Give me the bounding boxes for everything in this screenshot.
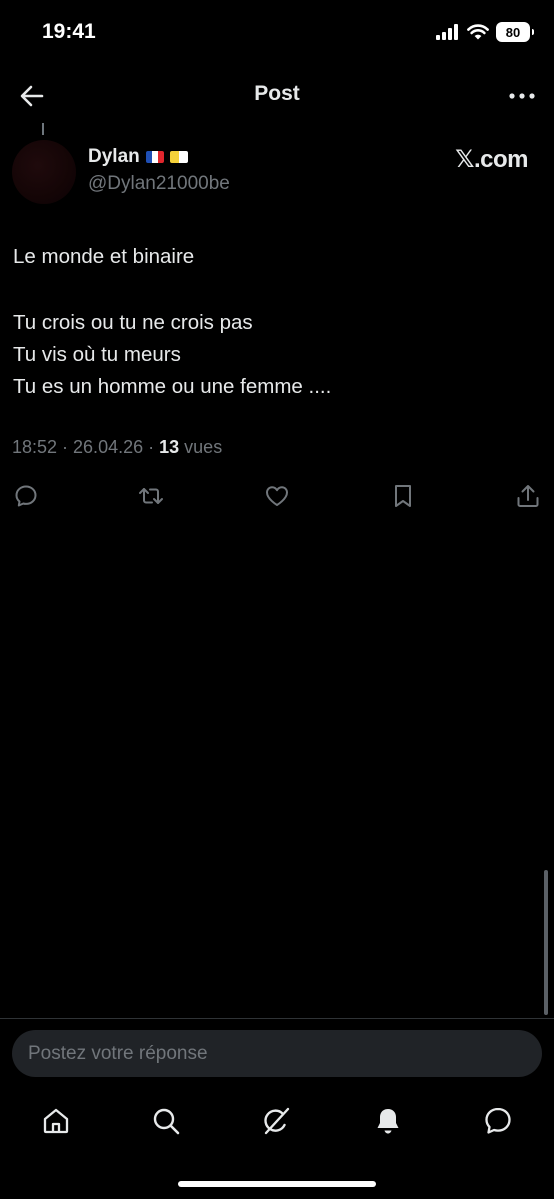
share-icon bbox=[514, 482, 542, 510]
battery-level: 80 bbox=[505, 24, 521, 40]
more-horizontal-icon bbox=[506, 80, 538, 112]
like-button[interactable] bbox=[263, 482, 291, 510]
tab-notifications[interactable] bbox=[372, 1105, 404, 1137]
cellular-signal-icon bbox=[436, 24, 460, 40]
author-handle[interactable]: @Dylan21000be bbox=[88, 173, 230, 195]
reply-button[interactable] bbox=[12, 482, 40, 510]
post-meta: 18:52 · 26.04.26 · 13 vues bbox=[12, 437, 222, 458]
post-timestamp: 18:52 · 26.04.26 · bbox=[12, 437, 155, 457]
flag-france-icon bbox=[145, 151, 164, 163]
bottom-tab-bar bbox=[0, 1098, 554, 1144]
notifications-icon bbox=[372, 1105, 404, 1137]
grok-icon bbox=[261, 1105, 293, 1137]
like-icon bbox=[263, 482, 291, 510]
tab-messages[interactable] bbox=[482, 1105, 514, 1137]
post-line: Tu es un homme ou une femme .... bbox=[13, 375, 332, 398]
home-icon bbox=[40, 1105, 72, 1137]
status-bar: 19:41 80 bbox=[0, 0, 554, 66]
author-name: Dylan bbox=[88, 146, 140, 167]
messages-icon bbox=[482, 1105, 514, 1137]
post-line: Tu crois ou tu ne crois pas bbox=[13, 311, 253, 334]
page-title: Post bbox=[254, 82, 300, 105]
post-line: Le monde et binaire bbox=[13, 245, 195, 268]
status-time: 19:41 bbox=[42, 20, 96, 43]
status-icons: 80 bbox=[436, 22, 534, 42]
views-label: vues bbox=[184, 437, 223, 457]
author-avatar[interactable] bbox=[12, 140, 76, 204]
search-icon bbox=[150, 1105, 182, 1137]
scrollbar[interactable] bbox=[544, 870, 548, 1015]
thread-connector-line bbox=[42, 123, 44, 135]
more-options-button[interactable] bbox=[506, 80, 538, 112]
bookmark-button[interactable] bbox=[389, 482, 417, 510]
battery-icon: 80 bbox=[496, 22, 534, 42]
tab-grok[interactable] bbox=[261, 1105, 293, 1137]
home-indicator[interactable] bbox=[178, 1181, 376, 1187]
nav-header: Post bbox=[0, 72, 554, 116]
share-button[interactable] bbox=[514, 482, 542, 510]
bookmark-icon bbox=[389, 482, 417, 510]
views-count: 13 bbox=[159, 437, 180, 457]
tab-home[interactable] bbox=[40, 1105, 72, 1137]
author-name-row[interactable]: Dylan bbox=[88, 146, 188, 168]
x-watermark: 𝕏.com bbox=[455, 146, 528, 173]
repost-icon bbox=[137, 482, 165, 510]
reply-input[interactable] bbox=[12, 1030, 542, 1077]
post-line: Tu vis où tu meurs bbox=[13, 343, 181, 366]
flag-vatican-icon bbox=[169, 151, 188, 163]
post-text: Le monde et binaire Tu crois ou tu ne cr… bbox=[13, 241, 543, 403]
wifi-icon bbox=[467, 24, 489, 40]
divider bbox=[0, 1018, 554, 1019]
post-action-bar bbox=[0, 482, 554, 512]
reply-icon bbox=[12, 482, 40, 510]
repost-button[interactable] bbox=[137, 482, 165, 510]
tab-search[interactable] bbox=[150, 1105, 182, 1137]
